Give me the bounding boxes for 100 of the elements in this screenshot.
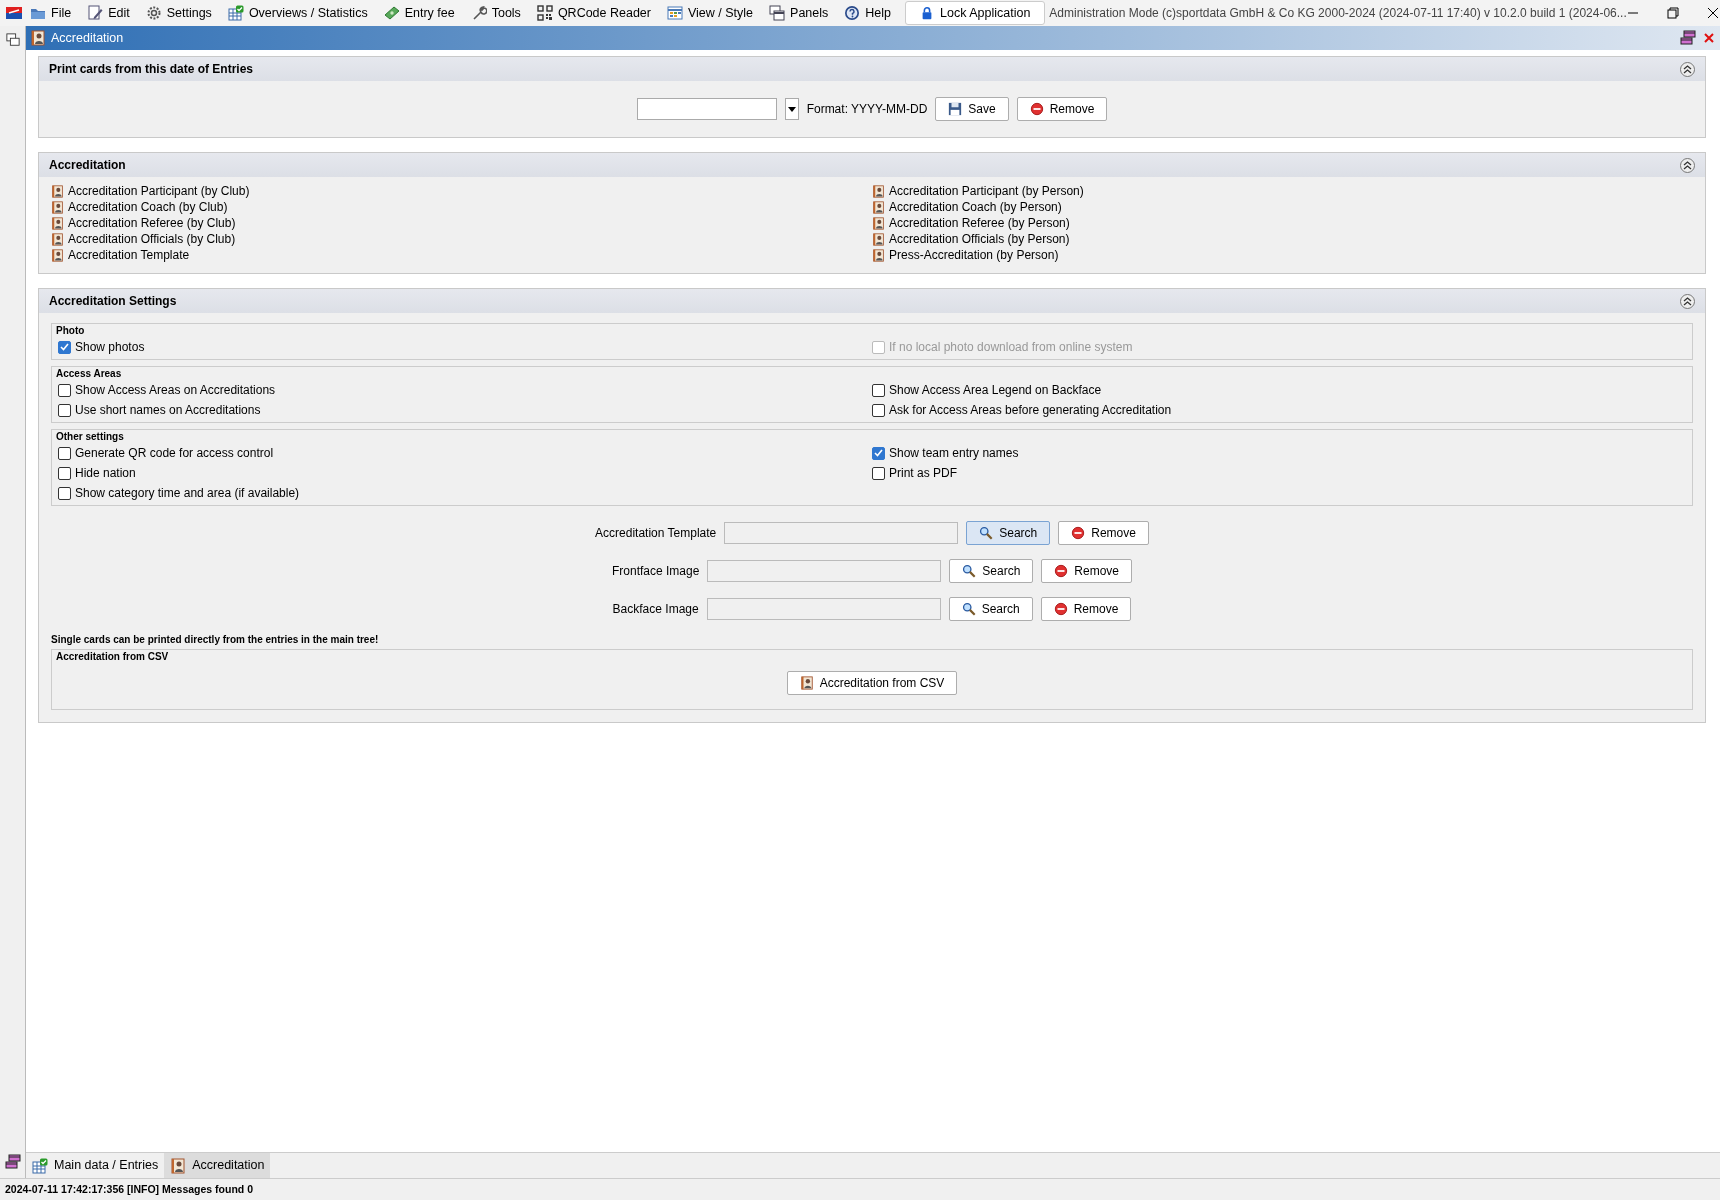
- checkbox[interactable]: [58, 403, 71, 417]
- person-card-icon: [170, 1157, 187, 1174]
- remove-button[interactable]: Remove: [1016, 97, 1108, 121]
- option-label: Generate QR code for access control: [75, 445, 274, 462]
- report-link[interactable]: Accreditation Officials (by Person): [889, 231, 1070, 247]
- date-field[interactable]: [636, 98, 777, 120]
- person-card-icon: [51, 184, 64, 198]
- help-icon: [844, 5, 861, 21]
- person-card-icon: [51, 216, 64, 230]
- search-button[interactable]: Search: [949, 559, 1034, 583]
- menu-item[interactable]: QRCode Reader: [528, 1, 659, 25]
- report-link[interactable]: Accreditation Participant (by Club): [68, 183, 250, 199]
- lock-button[interactable]: Lock Application: [905, 0, 1046, 26]
- report-link[interactable]: Accreditation Coach (by Person): [889, 199, 1062, 215]
- report-link[interactable]: Accreditation Referee (by Person): [889, 215, 1070, 231]
- app-title: Administration Mode (c)sportdata GmbH & Co KG 2000-2024 (2024-07-11 17:40) v 10.2.0 build 1 (2024-06...: [1049, 5, 1627, 22]
- window-stack-icon: [5, 32, 20, 47]
- search-icon: [962, 564, 977, 578]
- file-path-field[interactable]: [707, 560, 942, 582]
- menu-item[interactable]: View / Style: [659, 1, 762, 25]
- edit-icon: [87, 5, 104, 21]
- checkbox[interactable]: [872, 403, 885, 417]
- report-link[interactable]: Accreditation Coach (by Club): [68, 199, 228, 215]
- window-stack-icon: [1680, 30, 1696, 46]
- option-label: Ask for Access Areas before generating Accreditation: [889, 402, 1172, 419]
- search-button[interactable]: Search: [966, 521, 1051, 545]
- table-check-icon: [227, 5, 244, 21]
- checkbox[interactable]: [58, 340, 71, 354]
- person-card-icon: [872, 200, 885, 214]
- close-icon[interactable]: [1706, 7, 1719, 19]
- group-title: Photo: [56, 324, 86, 337]
- checkbox[interactable]: [872, 446, 885, 460]
- report-link[interactable]: Accreditation Participant (by Person): [889, 183, 1084, 199]
- option-label: Show photos: [75, 339, 145, 356]
- checkbox[interactable]: [58, 466, 71, 480]
- remove-button[interactable]: Remove: [1041, 559, 1133, 583]
- report-link[interactable]: Accreditation Referee (by Club): [68, 215, 236, 231]
- report-link[interactable]: Accreditation Template: [68, 247, 190, 263]
- chevron-up-icon: [1683, 64, 1692, 74]
- format-label: Format: YYYY-MM-DD: [806, 101, 928, 118]
- checkbox[interactable]: [58, 446, 71, 460]
- section-title: Accreditation: [49, 157, 126, 174]
- checkbox[interactable]: [58, 383, 71, 397]
- csv-import-button[interactable]: Accreditation from CSV: [786, 671, 958, 695]
- person-card-icon: [51, 232, 64, 246]
- tab[interactable]: Main data / Entries: [26, 1153, 165, 1178]
- field-label: Accreditation Template: [595, 525, 717, 542]
- menu-item[interactable]: Settings: [137, 1, 220, 25]
- collapse-button[interactable]: [1680, 157, 1695, 173]
- tab[interactable]: Accreditation: [164, 1153, 271, 1178]
- person-card-icon: [51, 248, 64, 262]
- option-label: Hide nation: [75, 465, 136, 482]
- group-title: Accreditation from CSV: [56, 650, 170, 663]
- menu-item[interactable]: Entry fee: [375, 1, 463, 25]
- menu-item[interactable]: Help: [836, 1, 899, 25]
- menu-item[interactable]: Edit: [79, 1, 138, 25]
- menu-item[interactable]: Overviews / Statistics: [219, 1, 376, 25]
- collapse-button[interactable]: [1680, 61, 1695, 77]
- remove-icon: [1054, 564, 1069, 578]
- file-path-field[interactable]: [706, 598, 941, 620]
- collapse-button[interactable]: [1680, 293, 1695, 309]
- panels-icon: [769, 5, 786, 21]
- dropdown-button[interactable]: [784, 98, 799, 120]
- disabled-option-label: If no local photo download from online system: [889, 339, 1133, 356]
- section-title: Accreditation Settings: [49, 293, 177, 310]
- remove-button[interactable]: Remove: [1058, 521, 1149, 545]
- remove-icon: [1029, 102, 1044, 116]
- search-icon: [961, 602, 976, 616]
- file-path-field[interactable]: [724, 522, 959, 544]
- search-icon: [979, 526, 994, 540]
- menu-item[interactable]: Panels: [761, 1, 837, 25]
- remove-button[interactable]: Remove: [1040, 597, 1132, 621]
- person-card-icon: [51, 200, 64, 214]
- menu-item[interactable]: Tools: [462, 1, 529, 25]
- person-card-icon: [872, 248, 885, 262]
- check-icon: [874, 449, 883, 457]
- check-icon: [60, 343, 69, 351]
- menu-item[interactable]: File: [22, 1, 80, 25]
- field-label: Backface Image: [612, 601, 699, 618]
- person-card-icon: [872, 232, 885, 246]
- checkbox[interactable]: [872, 466, 885, 480]
- checkbox[interactable]: [872, 383, 885, 397]
- restore-icon[interactable]: [1666, 7, 1679, 19]
- person-card-icon: [799, 676, 814, 690]
- option-label: Show Access Areas on Accreditations: [75, 382, 276, 399]
- field-label: Frontface Image: [611, 563, 700, 580]
- checkbox[interactable]: [58, 486, 71, 500]
- money-icon: [383, 5, 400, 21]
- status-text: 2024-07-11 17:42:17:356 [INFO] Messages found 0: [5, 1181, 254, 1197]
- report-link[interactable]: Accreditation Officials (by Club): [68, 231, 236, 247]
- group-title: Access Areas: [56, 367, 123, 380]
- option-label: Use short names on Accreditations: [75, 402, 261, 419]
- caret-icon: [787, 106, 796, 112]
- save-button[interactable]: Save: [935, 97, 1009, 121]
- report-link[interactable]: Press-Accreditation (by Person): [889, 247, 1059, 263]
- option-label: Show team entry names: [889, 445, 1019, 462]
- section-title: Print cards from this date of Entries: [49, 61, 254, 78]
- qr-code-icon: [536, 5, 553, 21]
- search-button[interactable]: Search: [948, 597, 1033, 621]
- option-label: Show category time and area (if available): [75, 485, 300, 502]
